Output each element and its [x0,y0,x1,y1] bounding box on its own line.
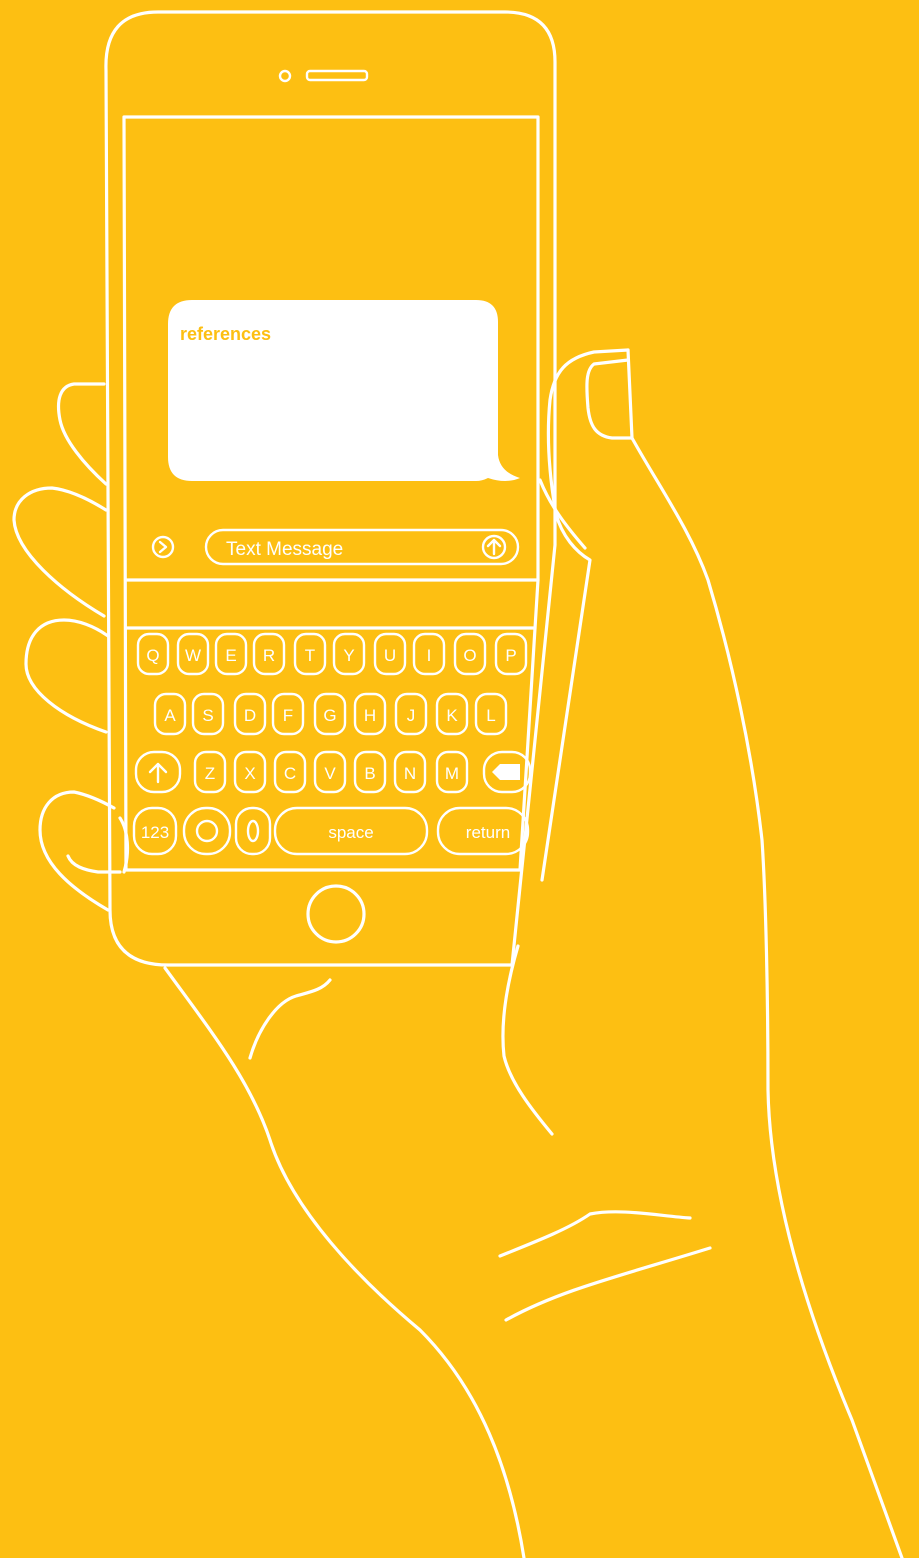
svg-text:P: P [505,646,516,665]
key-n[interactable]: N [393,750,427,794]
key-e[interactable]: E [214,632,248,676]
finger-1 [56,382,108,486]
chevron-right-circle-icon [151,535,175,559]
composer: Text Message [151,528,520,566]
key-z[interactable]: Z [193,750,227,794]
message-bubble: references [168,300,520,481]
globe-key[interactable] [182,806,232,856]
arrow-up-icon [486,538,502,556]
svg-text:Q: Q [146,646,159,665]
send-button[interactable] [481,534,507,560]
space-key[interactable]: space [273,806,429,856]
key-d[interactable]: D [233,692,267,736]
key-y[interactable]: Y [332,632,366,676]
key-j[interactable]: J [394,692,428,736]
palm-crease-2 [501,944,554,1136]
key-r[interactable]: R [252,632,286,676]
svg-text:X: X [244,764,255,783]
svg-text:B: B [364,764,375,783]
circle-icon [195,819,219,843]
key-h[interactable]: H [353,692,387,736]
wrist-line-2 [504,1246,712,1322]
palm-left-edge [163,966,526,1558]
svg-text:Y: Y [343,646,354,665]
key-u[interactable]: U [373,632,407,676]
numbers-key[interactable]: 123 [132,806,178,856]
keyboard: Q W E R T Y U I O P A S D F G H J K L Z … [132,632,532,856]
svg-text:H: H [364,706,376,725]
svg-text:U: U [384,646,396,665]
key-t[interactable]: T [293,632,327,676]
svg-text:N: N [404,764,416,783]
key-c[interactable]: C [273,750,307,794]
svg-text:K: K [446,706,458,725]
speaker-grille [305,69,369,82]
finger-4-outer [38,790,116,912]
svg-text:V: V [324,764,336,783]
svg-text:S: S [202,706,213,725]
key-o[interactable]: O [453,632,487,676]
key-m[interactable]: M [435,750,469,794]
svg-text:M: M [445,764,459,783]
key-k[interactable]: K [435,692,469,736]
svg-text:C: C [284,764,296,783]
svg-text:123: 123 [141,823,169,842]
message-input-placeholder: Text Message [226,539,343,560]
svg-text:space: space [328,823,373,842]
keyboard-row-3: Z X C V B N M [134,750,532,794]
key-g[interactable]: G [313,692,347,736]
key-l[interactable]: L [474,692,508,736]
svg-text:E: E [225,646,236,665]
svg-text:W: W [185,646,201,665]
keyboard-row-2: A S D F G H J K L [153,692,508,736]
thumb-nail [585,358,634,440]
return-key[interactable]: return [436,806,530,856]
arrow-up-icon [148,762,168,784]
thumb-joint [538,478,587,550]
finger-4-nail [66,854,122,874]
key-p[interactable]: P [494,632,528,676]
home-button[interactable] [306,884,366,944]
svg-text:return: return [466,823,510,842]
dictation-key[interactable] [234,806,272,856]
key-b[interactable]: B [353,750,387,794]
svg-text:I: I [427,646,432,665]
svg-text:L: L [486,706,495,725]
keyboard-row-4: 123 space return [132,806,530,856]
wrist-line-1 [498,1210,692,1258]
key-a[interactable]: A [153,692,187,736]
keyboard-row-1: Q W E R T Y U I O P [136,632,528,676]
palm-crease-1 [248,978,332,1060]
delete-key[interactable] [482,750,532,794]
phone-in-hand-illustration: references Text Message Q W E R T Y U I … [12,10,904,1558]
key-v[interactable]: V [313,750,347,794]
svg-text:A: A [164,706,176,725]
key-q[interactable]: Q [136,632,170,676]
shift-key[interactable] [134,750,182,794]
key-f[interactable]: F [271,692,305,736]
thumb-base [626,348,904,1558]
message-text: references [180,324,271,344]
phone-screen [122,115,540,872]
chevron-right-icon [158,540,168,554]
finger-2 [12,486,108,618]
svg-text:F: F [283,706,293,725]
key-x[interactable]: X [233,750,267,794]
svg-text:T: T [305,646,315,665]
key-i[interactable]: I [412,632,446,676]
oval-icon [246,819,260,843]
key-s[interactable]: S [191,692,225,736]
svg-text:G: G [323,706,336,725]
svg-text:D: D [244,706,256,725]
svg-text:Z: Z [205,764,215,783]
svg-text:J: J [407,706,416,725]
front-camera-icon [278,69,292,83]
expand-button[interactable] [151,535,175,559]
svg-text:O: O [463,646,476,665]
key-w[interactable]: W [176,632,210,676]
svg-text:R: R [263,646,275,665]
finger-3 [24,618,110,734]
backspace-icon [492,764,520,780]
